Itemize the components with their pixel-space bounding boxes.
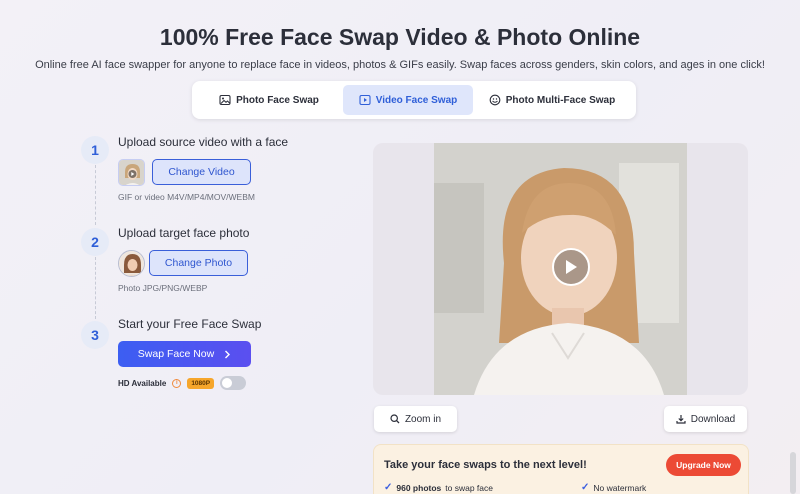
step-3-title: Start your Free Face Swap (118, 317, 262, 331)
step-2-title: Upload target face photo (118, 226, 250, 240)
chevron-right-icon (225, 350, 231, 358)
tab-video-face-swap[interactable]: Video Face Swap (343, 85, 473, 115)
video-icon (359, 94, 371, 106)
swap-button-label: Swap Face Now (137, 348, 215, 360)
hd-toggle[interactable] (220, 376, 247, 390)
tab-label: Photo Multi-Face Swap (505, 94, 616, 106)
scrollbar[interactable] (790, 452, 796, 494)
mode-tabs: Photo Face Swap Video Face Swap Photo Mu… (192, 81, 636, 119)
download-label: Download (690, 413, 736, 425)
source-format-hint: GIF or video M4V/MP4/MOV/WEBM (118, 192, 255, 202)
resolution-badge: 1080P (187, 377, 215, 389)
feature-quota-text: to swap face (445, 482, 493, 493)
tab-photo-face-swap[interactable]: Photo Face Swap (200, 85, 338, 115)
page-title: 100% Free Face Swap Video & Photo Online (159, 24, 641, 50)
target-format-hint: Photo JPG/PNG/WEBP (118, 283, 208, 293)
swap-face-now-button[interactable]: Swap Face Now (118, 341, 251, 367)
download-button[interactable]: Download (664, 406, 747, 432)
change-video-button[interactable]: Change Video (152, 159, 251, 185)
step-1-title: Upload source video with a face (118, 135, 289, 149)
multi-face-icon (489, 94, 501, 106)
video-preview-panel (373, 143, 748, 395)
search-icon (390, 414, 400, 424)
upgrade-panel: Take your face swaps to the next level! … (373, 444, 749, 494)
tab-label: Photo Face Swap (236, 94, 319, 106)
info-icon[interactable]: i (172, 378, 182, 388)
feature-no-watermark: ✓ No watermark (581, 482, 646, 493)
feature-quota-bold: 960 photos (396, 482, 442, 493)
upgrade-title: Take your face swaps to the next level! (384, 459, 587, 471)
step-3-number: 3 (81, 321, 109, 349)
change-photo-button[interactable]: Change Photo (149, 250, 248, 276)
step-connector (95, 257, 96, 319)
feature-photo-quota: ✓ 960 photos to swap face (384, 482, 493, 493)
check-icon: ✓ (581, 482, 590, 493)
target-face-thumbnail[interactable] (118, 250, 145, 277)
upgrade-now-button[interactable]: Upgrade Now (666, 454, 741, 476)
play-icon[interactable] (552, 248, 590, 286)
zoom-in-button[interactable]: Zoom in (374, 406, 457, 432)
zoom-in-label: Zoom in (404, 413, 442, 425)
image-icon (219, 94, 231, 106)
source-video-thumbnail[interactable] (118, 159, 145, 186)
video-player[interactable] (434, 143, 687, 395)
tab-photo-multi-face-swap[interactable]: Photo Multi-Face Swap (477, 85, 627, 115)
page-subtitle: Online free AI face swapper for anyone t… (35, 59, 765, 71)
step-1-number: 1 (81, 136, 109, 164)
step-2-number: 2 (81, 228, 109, 256)
step-connector (95, 165, 96, 225)
download-icon (676, 415, 686, 424)
hd-option-row: HD Available i 1080P (118, 376, 247, 390)
check-icon: ✓ (384, 482, 393, 493)
hd-label: HD Available (118, 378, 167, 388)
feature-watermark-text: No watermark (593, 482, 647, 493)
tab-label: Video Face Swap (375, 94, 458, 106)
